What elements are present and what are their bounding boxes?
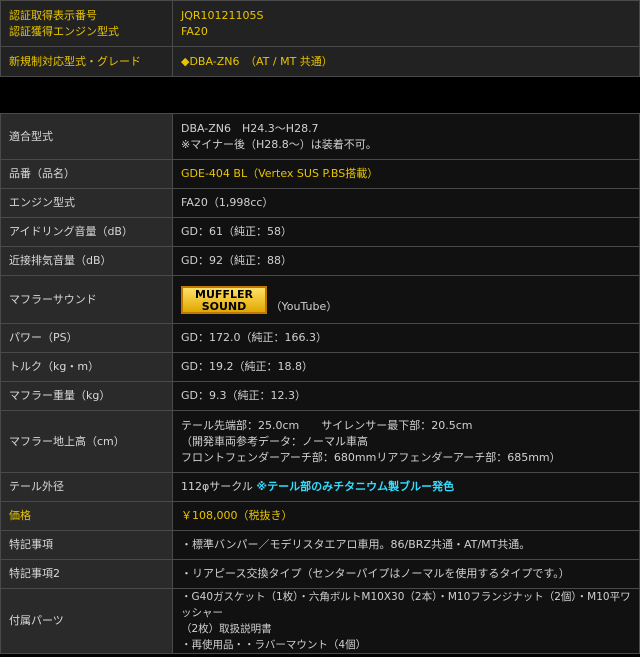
muffler-sound-line-2: SOUND <box>201 300 247 313</box>
muffler-sound-button[interactable]: MUFFLER SOUND <box>181 286 267 314</box>
torque-label: トルク（kg・m） <box>0 352 173 382</box>
cert-engine-label: 認証獲得エンジン型式 <box>9 24 119 38</box>
cert-number-value: JQR10121105S <box>181 8 264 22</box>
idle-value: GD：61（純正：58） <box>172 217 640 247</box>
parts-line-2: （2枚）取扱説明書 <box>181 623 272 635</box>
parts-line-3: ・再使用品・・ラバーマウント（4個） <box>181 639 367 651</box>
header-table: 認証取得表示番号 認証獲得エンジン型式 JQR10121105S FA20 新規… <box>0 0 640 77</box>
parts-line-1: ・G40ガスケット（1枚）・六角ボルトM10X30（2本）・M10フランジナット… <box>181 591 631 619</box>
parts-label: 付属パーツ <box>0 588 173 654</box>
proximity-label: 近接排気音量（dB） <box>0 246 173 276</box>
new-reg-label: 新規制対応型式・グレード <box>0 46 173 77</box>
tail-value: 112φサークル <box>181 480 253 493</box>
torque-value: GD：19.2（純正：18.8） <box>172 352 640 382</box>
cert-number-label: 認証取得表示番号 <box>9 8 97 22</box>
engine-value: FA20（1,998cc） <box>172 188 640 218</box>
model-line-2: ※マイナー後（H28.8～）は装着不可。 <box>181 137 377 151</box>
price-label: 価格 <box>0 501 173 531</box>
separator <box>0 77 640 113</box>
power-value: GD：172.0（純正：166.3） <box>172 323 640 353</box>
weight-label: マフラー重量（kg） <box>0 381 173 411</box>
idle-label: アイドリング音量（dB） <box>0 217 173 247</box>
feature-value: ・標準バンパー／モデリスタエアロ車用。86/BRZ共通・AT/MT共通。 <box>172 530 640 560</box>
height-line-3: フロントフェンダーアーチ部：680mmリアフェンダーアーチ部：685mm） <box>181 450 561 464</box>
sound-label: マフラーサウンド <box>0 275 173 324</box>
height-label: マフラー地上高（cm） <box>0 410 173 473</box>
engine-label: エンジン型式 <box>0 188 173 218</box>
part-value: GDE-404 BL（Vertex SUS P.BS搭載） <box>172 159 640 189</box>
part-label: 品番（品名） <box>0 159 173 189</box>
tail-note: ※テール部のみチタニウム製ブルー発色 <box>256 480 455 493</box>
height-line-2: （開発車両参考データ：ノーマル車高 <box>181 434 368 448</box>
power-label: パワー（PS） <box>0 323 173 353</box>
height-line-1: テール先端部：25.0cm サイレンサー最下部：20.5cm <box>181 418 473 432</box>
tail-label: テール外径 <box>0 472 173 502</box>
feature-label: 特記事項 <box>0 530 173 560</box>
new-reg-value: ◆DBA-ZN6 （AT / MT 共通） <box>172 46 640 77</box>
price-value: ￥108,000（税抜き） <box>172 501 640 531</box>
spec-table: 適合型式 DBA-ZN6 H24.3～H28.7 ※マイナー後（H28.8～）は… <box>0 113 640 654</box>
feature2-label: 特記事項2 <box>0 559 173 589</box>
proximity-value: GD：92（純正：88） <box>172 246 640 276</box>
cert-engine-value: FA20 <box>181 24 208 38</box>
model-label: 適合型式 <box>0 113 173 160</box>
feature2-value: ・リアピース交換タイプ（センターパイプはノーマルを使用するタイプです。） <box>172 559 640 589</box>
model-line-1: DBA-ZN6 H24.3～H28.7 <box>181 121 319 135</box>
youtube-link[interactable]: （YouTube） <box>271 300 338 313</box>
weight-value: GD：9.3（純正：12.3） <box>172 381 640 411</box>
